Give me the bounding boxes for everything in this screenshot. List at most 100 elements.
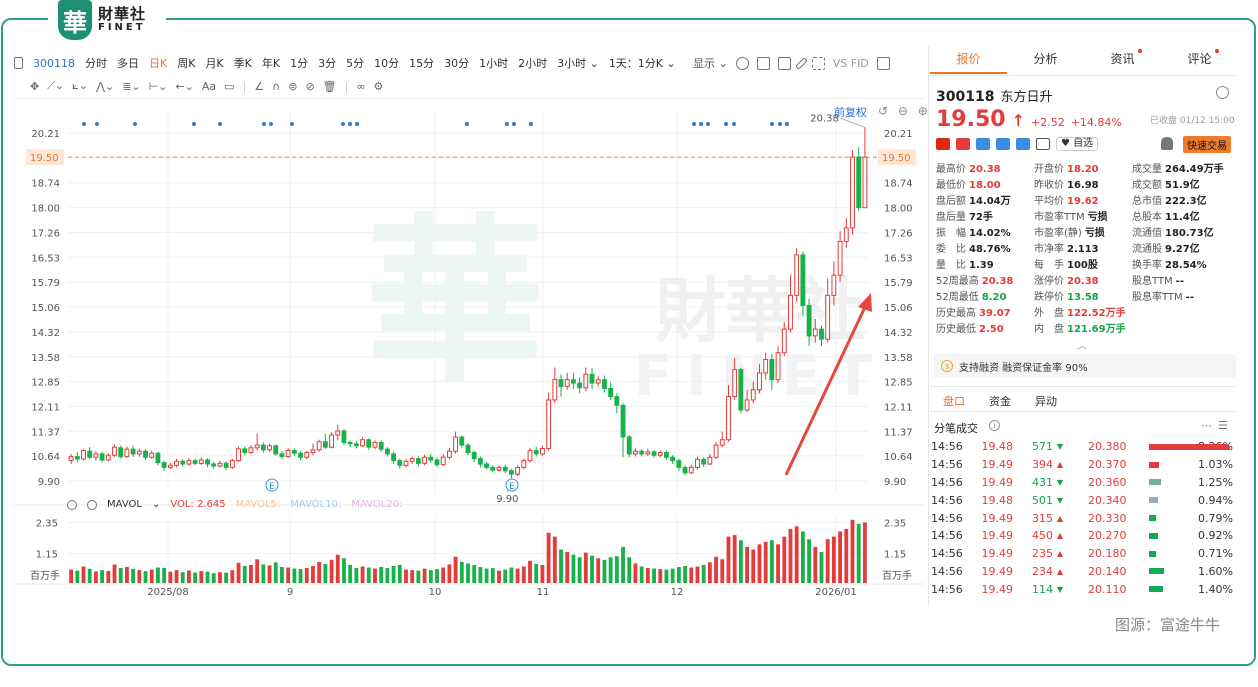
period-11[interactable]: 15分 xyxy=(409,55,434,71)
hide-icon[interactable]: ⊘ xyxy=(305,80,314,93)
level-bar xyxy=(1149,497,1188,504)
hot-icon[interactable] xyxy=(956,138,970,150)
mavol-settings-icon[interactable] xyxy=(67,499,77,510)
tag-icon[interactable] xyxy=(1016,138,1030,150)
arrow-tool-icon[interactable]: ←⌄ xyxy=(175,80,193,93)
fib-tool-icon[interactable]: ≣⌄ xyxy=(122,80,140,93)
quote-label: 市盈率TTM xyxy=(1034,212,1085,223)
price-tick-left: 13.58 xyxy=(31,353,60,364)
x-tick-label: 9 xyxy=(287,587,293,598)
gear-small-icon[interactable]: ⚙ xyxy=(374,80,384,93)
period-5[interactable]: 季K xyxy=(234,55,252,71)
period-2[interactable]: 日K xyxy=(149,55,167,71)
candle-body xyxy=(360,439,365,447)
fullscreen-icon[interactable] xyxy=(811,56,825,70)
quote-cell: 52周最低 8.20 xyxy=(936,291,1034,305)
s-badge-icon[interactable] xyxy=(996,138,1010,150)
subtab-capital[interactable]: 资金 xyxy=(989,393,1011,409)
tab-analysis[interactable]: 分析 xyxy=(1007,50,1084,74)
tick-price: 19.48 xyxy=(981,493,1014,507)
trash-icon[interactable]: 🗑 xyxy=(323,80,337,93)
zoom-controls[interactable]: ↺ ⊖ ⊕ xyxy=(878,104,931,118)
magnet-icon[interactable]: ∩ xyxy=(272,80,280,93)
tab-news[interactable]: 资讯 xyxy=(1084,49,1161,74)
quote-cell: 盘后额 14.04万 xyxy=(936,195,1034,209)
text-tool-icon[interactable]: Aa xyxy=(202,80,216,93)
subtab-orderbook[interactable]: 盘口 xyxy=(943,393,965,409)
level-row: 20.3808.26% xyxy=(1088,438,1233,456)
compare-label[interactable]: VS FID xyxy=(833,57,869,70)
candle-body xyxy=(794,254,800,296)
event-dot xyxy=(699,122,703,126)
connect-icon[interactable] xyxy=(976,138,990,150)
adjust-label[interactable]: 前复权 xyxy=(834,104,867,120)
candle-body xyxy=(167,464,173,468)
toolbar-code[interactable]: 300118 xyxy=(33,57,75,70)
volume-bar xyxy=(373,568,377,583)
quote-value: 2.50 xyxy=(979,324,1004,335)
link-icon[interactable]: ∞ xyxy=(356,80,365,93)
quote-cell: 跌停价 13.58 xyxy=(1034,291,1132,305)
volume-bar xyxy=(143,571,148,583)
tab-comments[interactable]: 评论 xyxy=(1161,49,1238,74)
line-tool-icon[interactable]: ⟋⌄ xyxy=(47,79,64,93)
period-3[interactable]: 周K xyxy=(177,55,195,71)
move-tool-icon[interactable]: ✥ xyxy=(30,80,39,93)
period-10[interactable]: 10分 xyxy=(374,55,399,71)
period-12[interactable]: 30分 xyxy=(444,55,469,71)
period-15[interactable]: 3小时 ⌄ xyxy=(557,55,599,71)
volume-bar xyxy=(466,563,470,583)
watchlist-button[interactable]: ♥ 自选 xyxy=(1056,137,1099,151)
period-7[interactable]: 1分 xyxy=(290,55,308,71)
quote-value: 264.49万手 xyxy=(1165,164,1224,175)
info-icon[interactable]: i xyxy=(989,420,1000,431)
panel-settings-icon[interactable] xyxy=(1216,86,1229,99)
lock-icon[interactable]: ⊜ xyxy=(288,80,297,93)
camera-icon[interactable] xyxy=(777,56,791,70)
low-label: 9.90 xyxy=(496,494,518,505)
kline-chart[interactable]: 華財華社FINET20.2120.2119.5019.5018.7418.741… xyxy=(0,100,928,605)
bell-icon[interactable] xyxy=(1161,137,1173,150)
ray-tool-icon[interactable]: ⟀⌄ xyxy=(72,79,88,93)
period-13[interactable]: 1小时 xyxy=(479,55,508,71)
period-4[interactable]: 月K xyxy=(205,55,223,71)
collapse-caret-icon[interactable]: ︿ xyxy=(1077,337,1087,352)
mavol-close-icon[interactable] xyxy=(87,499,97,510)
volume-bar xyxy=(304,568,309,583)
period-8[interactable]: 3分 xyxy=(318,55,336,71)
angle-tool-icon[interactable]: ∠ xyxy=(254,80,264,93)
tick-price: 19.49 xyxy=(981,547,1014,561)
tick-controls[interactable]: ⋯☰ xyxy=(1201,419,1234,432)
period-0[interactable]: 分时 xyxy=(85,55,107,71)
display-menu[interactable]: 显示 ⌄ xyxy=(693,55,728,71)
period-6[interactable]: 年K xyxy=(262,55,280,71)
range-tool-icon[interactable]: ⊢⌄ xyxy=(149,80,168,93)
period-14[interactable]: 2小时 xyxy=(518,55,547,71)
checkbox-icon[interactable] xyxy=(756,56,770,70)
period-9[interactable]: 5分 xyxy=(346,55,364,71)
volume-bar xyxy=(639,566,644,583)
period-16[interactable]: 1天：1分K ⌄ xyxy=(609,55,676,71)
note-tool-icon[interactable]: ▭ xyxy=(224,80,234,93)
pen-icon[interactable] xyxy=(794,56,808,70)
tick-title: 分笔成交 xyxy=(934,422,978,435)
period-1[interactable]: 多日 xyxy=(117,55,139,71)
split-icon[interactable] xyxy=(876,56,890,70)
current-price-value-right: 19.50 xyxy=(882,153,911,164)
wave-tool-icon[interactable]: ⋀⌄ xyxy=(96,80,114,93)
quote-value: 48.76% xyxy=(969,244,1011,255)
quote-label: 流通股 xyxy=(1132,244,1162,255)
mavol-label[interactable]: MAVOL xyxy=(107,499,142,510)
settings-icon[interactable] xyxy=(735,56,749,70)
quick-trade-button[interactable]: 快速交易 xyxy=(1183,136,1231,153)
volume-bar xyxy=(813,546,818,583)
up-triangle-icon: ▲ xyxy=(1056,531,1064,541)
subtab-anomaly[interactable]: 异动 xyxy=(1035,393,1057,409)
volume-bar xyxy=(273,562,278,583)
event-dot xyxy=(770,122,774,126)
volume-bar xyxy=(149,569,154,583)
doc-icon[interactable] xyxy=(1036,138,1050,150)
quote-value: 11.4亿 xyxy=(1165,212,1200,223)
price-tick-left: 16.53 xyxy=(31,253,60,264)
tab-quote[interactable]: 报价 xyxy=(930,50,1007,74)
